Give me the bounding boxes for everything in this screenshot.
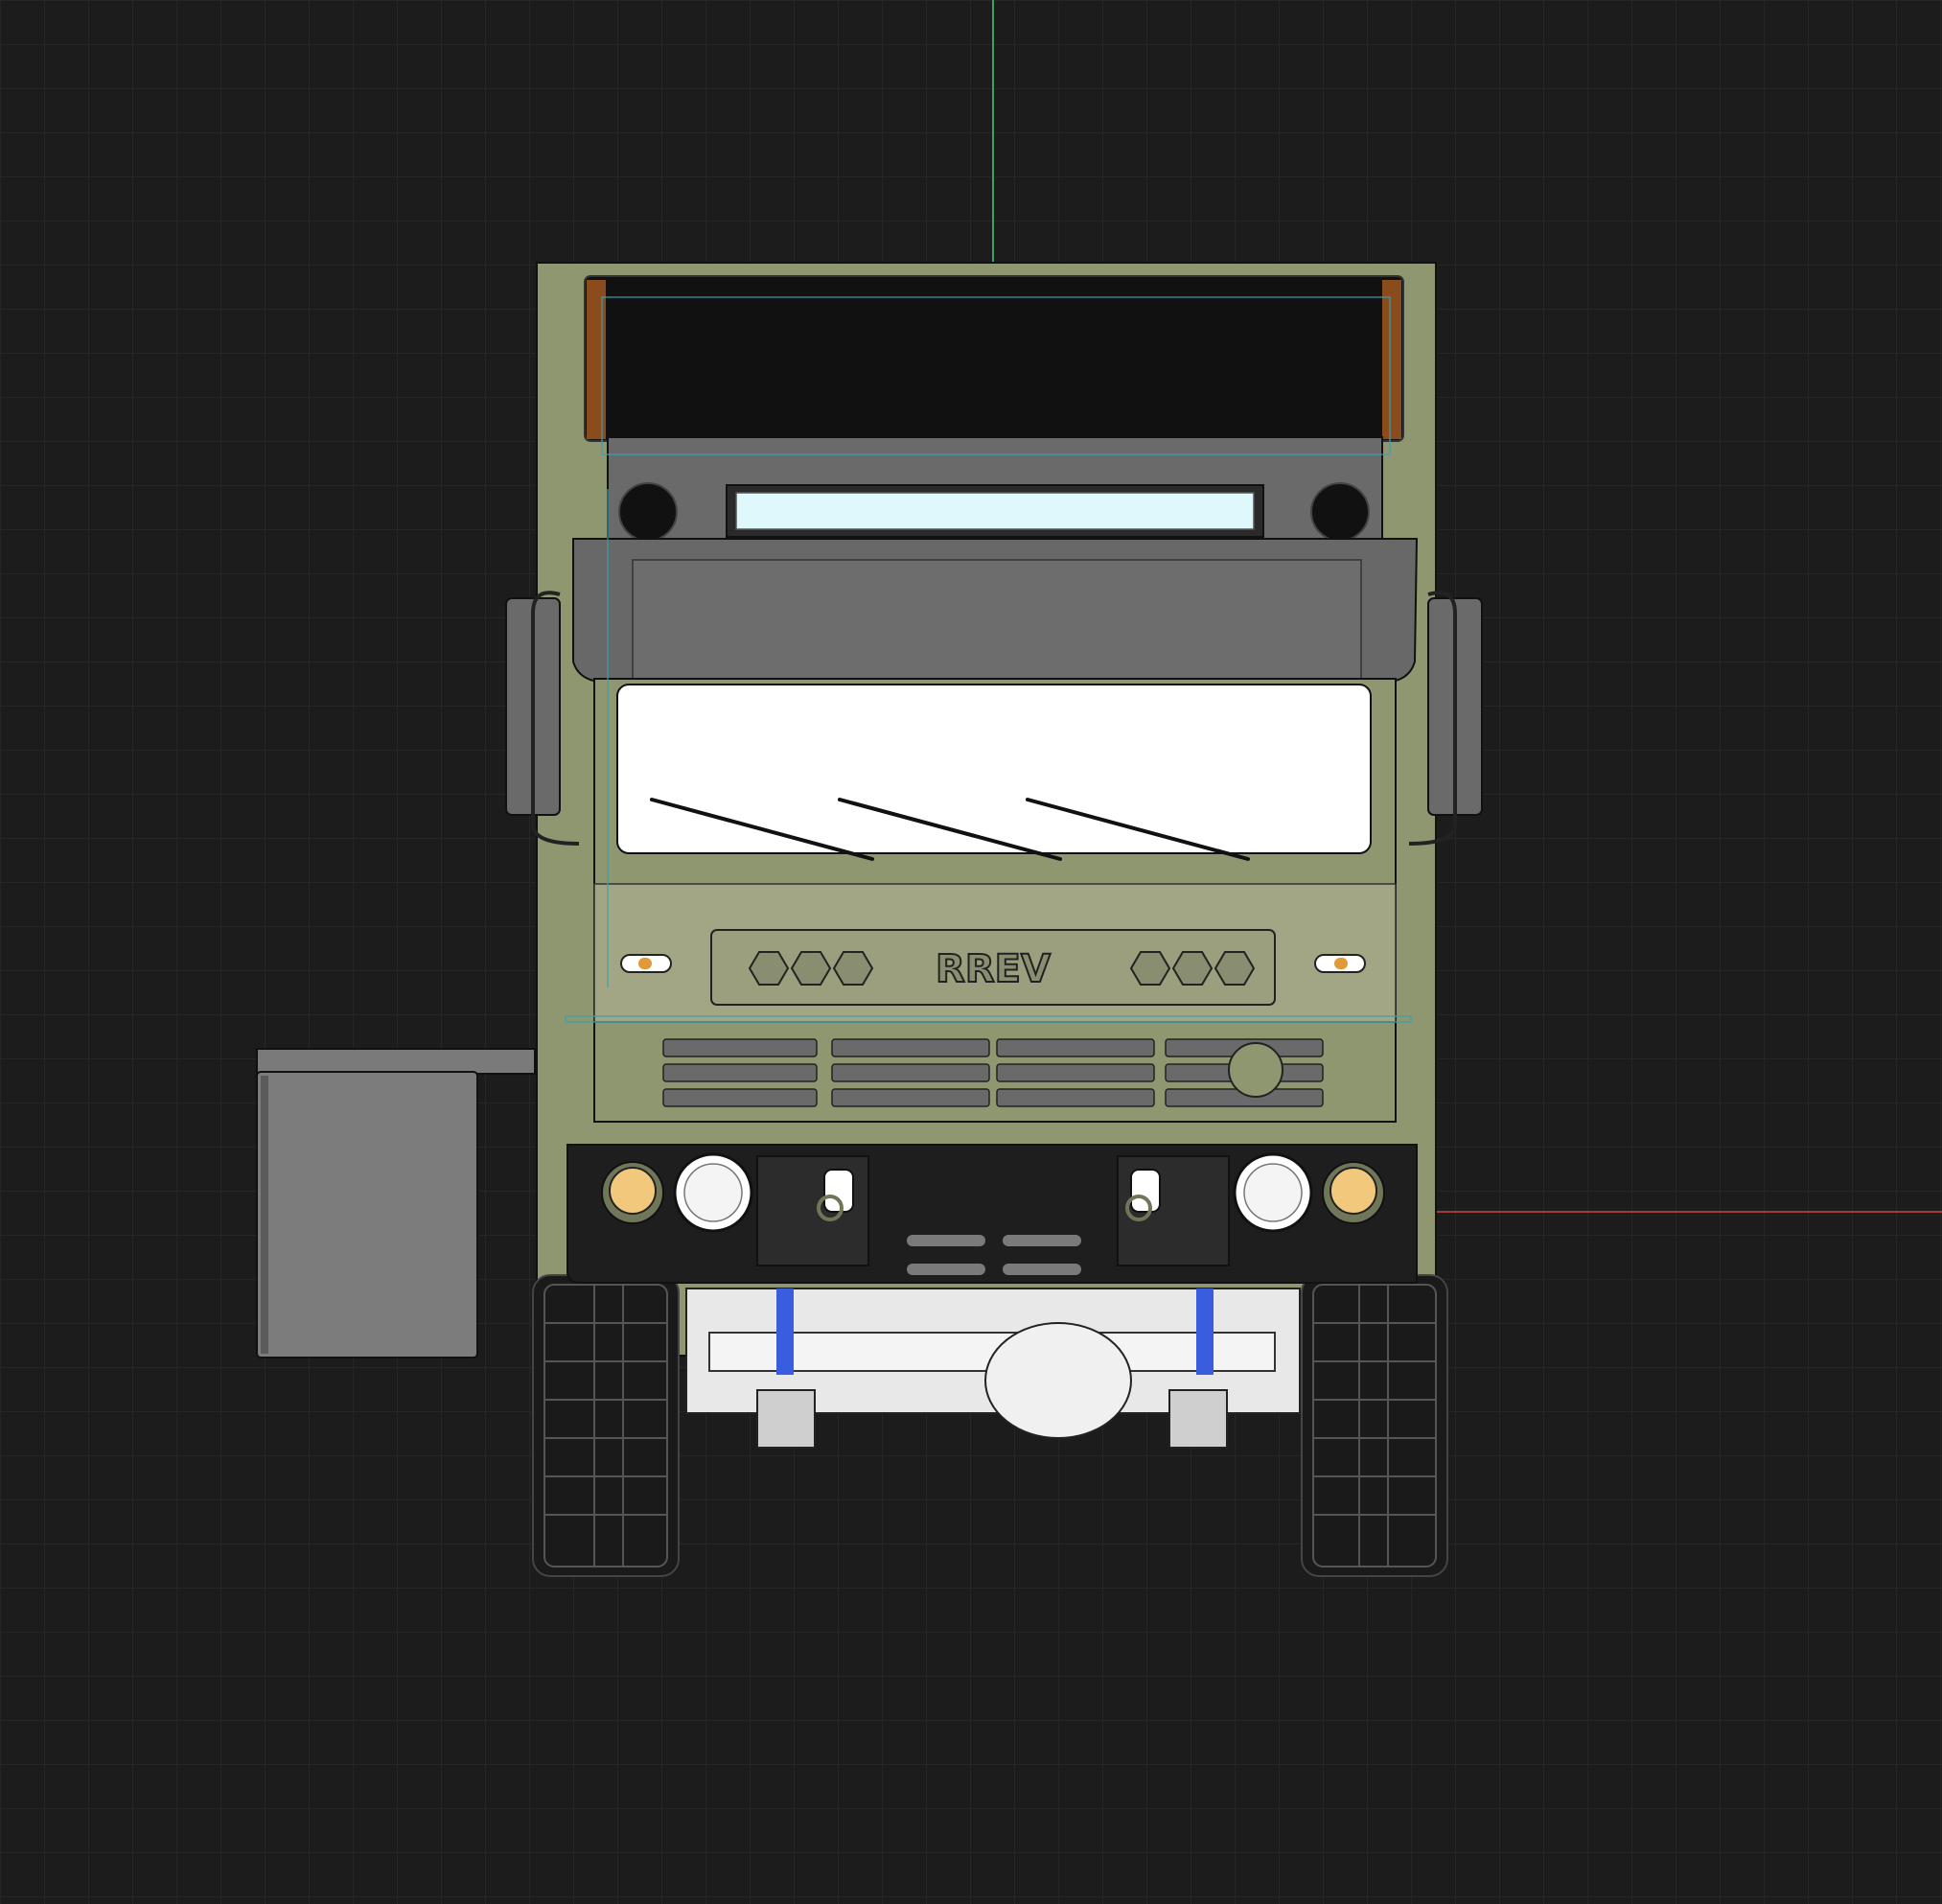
grille-emblem (1228, 1042, 1283, 1098)
front-axle-assembly[interactable] (685, 1288, 1301, 1449)
brand-badge: RREV (936, 947, 1051, 991)
left-front-tire[interactable] (532, 1274, 680, 1577)
led-light-bar[interactable] (726, 484, 1264, 538)
left-headlight (673, 1152, 753, 1233)
left-round-lamp (618, 482, 678, 542)
right-round-lamp (1310, 482, 1370, 542)
right-headlight (1233, 1152, 1313, 1233)
cad-viewport[interactable]: RREV (0, 0, 1942, 1904)
side-toolbox[interactable] (256, 1048, 536, 1358)
right-front-tire[interactable] (1301, 1274, 1448, 1577)
truck-front-view[interactable]: RREV (0, 0, 1942, 1904)
left-amber-light (601, 1161, 664, 1224)
right-amber-light (1322, 1161, 1385, 1224)
windshield (616, 684, 1372, 854)
cab-roof (584, 275, 1404, 442)
badge-plate: RREV (710, 929, 1276, 1006)
